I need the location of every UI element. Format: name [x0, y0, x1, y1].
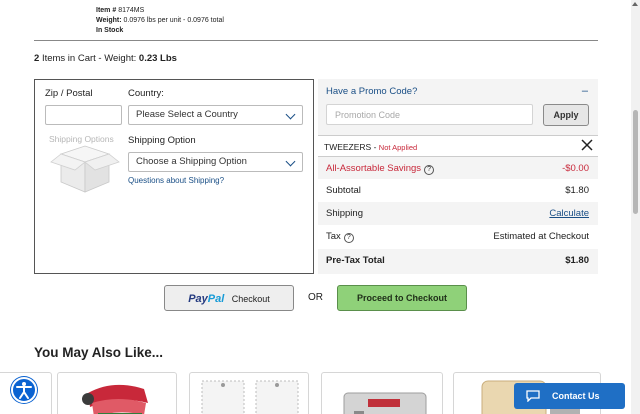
cart-weight: 0.23 Lbs — [138, 53, 177, 64]
pretax-label: Pre-Tax Total — [326, 255, 385, 266]
promo-collapse-toggle[interactable]: – — [582, 85, 588, 97]
item-weight: 0.0976 lbs per unit - 0.0976 total — [123, 17, 224, 24]
tweezers-status: Not Applied — [378, 143, 418, 152]
shipping-estimator: Zip / Postal Country: Please Select a Co… — [34, 79, 314, 274]
savings-value: -$0.00 — [562, 163, 589, 174]
calculate-shipping-link[interactable]: Calculate — [549, 208, 589, 219]
savings-row: All-Assortable Savings? -$0.00 — [318, 157, 598, 179]
apply-promo-button[interactable]: Apply — [543, 104, 589, 126]
shipping-option-select[interactable]: Choose a Shipping Option — [128, 152, 303, 172]
promo-code-input[interactable]: Promotion Code — [326, 104, 533, 125]
shipping-option-value: Choose a Shipping Option — [136, 156, 247, 167]
product-card[interactable] — [189, 372, 309, 414]
order-summary: Have a Promo Code? – Promotion Code Appl… — [318, 79, 598, 274]
shipping-options-image: Shipping Options — [47, 132, 123, 196]
shipping-row: Shipping Calculate — [318, 202, 598, 225]
pretax-value: $1.80 — [565, 255, 589, 266]
country-select[interactable]: Please Select a Country — [128, 105, 303, 125]
pretax-total-row: Pre-Tax Total $1.80 — [318, 249, 598, 274]
cart-count: 2 — [34, 53, 40, 64]
item-number-label: Item # — [96, 7, 117, 14]
paypal-checkout-button[interactable]: PayPal Checkout — [164, 285, 294, 311]
tweezers-label: TWEEZERS - — [324, 142, 377, 152]
contact-us-label: Contact Us — [552, 391, 600, 401]
product-card[interactable] — [321, 372, 443, 414]
paypal-logo-pal: Pal — [207, 293, 225, 305]
chevron-down-icon — [285, 156, 296, 167]
zip-label: Zip / Postal — [45, 88, 93, 99]
cart-summary: 2 Items in Cart - Weight: 0.23 Lbs — [34, 53, 177, 64]
promo-tweezers-row: TWEEZERS - Not Applied — [318, 135, 598, 157]
paypal-checkout-label: Checkout — [231, 294, 270, 304]
product-card[interactable] — [57, 372, 177, 414]
zip-input[interactable] — [45, 105, 122, 125]
close-icon[interactable] — [581, 139, 593, 151]
accessibility-button[interactable] — [11, 377, 37, 403]
paypal-logo-pay: Pay — [188, 293, 208, 305]
recommendations-title: You May Also Like... — [34, 345, 164, 360]
subtotal-label: Subtotal — [326, 185, 361, 196]
product-image — [201, 380, 299, 414]
tax-value: Estimated at Checkout — [493, 231, 589, 242]
shipping-option-label: Shipping Option — [128, 135, 196, 146]
divider — [34, 40, 598, 41]
help-icon[interactable]: ? — [424, 165, 435, 175]
stock-status: In Stock — [96, 27, 124, 34]
proceed-to-checkout-button[interactable]: Proceed to Checkout — [337, 285, 467, 311]
product-image — [343, 392, 427, 414]
subtotal-row: Subtotal $1.80 — [318, 179, 598, 202]
subtotal-value: $1.80 — [565, 185, 589, 196]
item-number: 8174MS — [118, 7, 145, 14]
product-image — [82, 384, 148, 414]
shipping-options-image-label: Shipping Options — [49, 134, 114, 144]
promo-section: Have a Promo Code? – Promotion Code Appl… — [318, 79, 598, 135]
help-icon[interactable]: ? — [343, 233, 354, 243]
contact-us-button[interactable]: Contact Us — [514, 383, 625, 409]
shipping-label: Shipping — [326, 208, 363, 219]
savings-label: All-Assortable Savings — [326, 163, 422, 174]
promo-title[interactable]: Have a Promo Code? — [326, 86, 417, 97]
or-separator: OR — [308, 292, 323, 303]
chevron-down-icon — [285, 109, 296, 120]
chat-icon — [526, 390, 540, 402]
tax-label: Tax — [326, 231, 341, 242]
item-weight-label: Weight: — [96, 17, 122, 24]
country-select-value: Please Select a Country — [136, 109, 238, 120]
scrollbar-thumb[interactable] — [633, 110, 638, 214]
country-label: Country: — [128, 88, 164, 99]
tax-row: Tax? Estimated at Checkout — [318, 225, 598, 249]
scroll-up-arrow-icon[interactable] — [632, 2, 638, 6]
shipping-questions-link[interactable]: Questions about Shipping? — [128, 176, 224, 185]
cart-summary-text: Items in Cart - Weight: — [41, 53, 137, 64]
item-meta: Item # 8174MS Weight: 0.0976 lbs per uni… — [96, 6, 224, 36]
accessibility-icon — [16, 382, 32, 399]
